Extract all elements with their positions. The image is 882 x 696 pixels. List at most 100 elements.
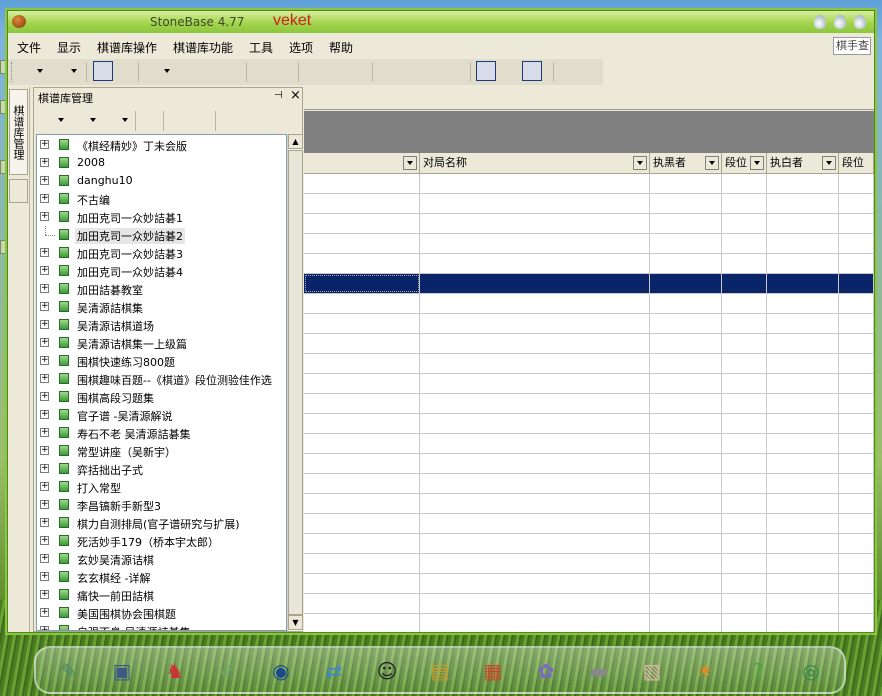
table-cell[interactable] [767,294,839,313]
table-cell[interactable] [722,594,767,613]
notes-icon[interactable]: ✐ [211,654,245,688]
table-cell[interactable] [650,394,722,413]
menu-db-operations[interactable]: 棋谱库操作 [97,39,157,56]
table-cell[interactable] [420,574,650,593]
table-cell[interactable] [839,434,874,453]
table-cell[interactable] [839,254,874,273]
table-cell[interactable] [650,294,722,313]
table-row[interactable] [304,254,874,274]
table-cell[interactable] [767,454,839,473]
column-header[interactable]: 段位 [839,153,874,173]
table-cell[interactable] [839,554,874,573]
table-cell[interactable] [839,574,874,593]
table-cell[interactable] [839,234,874,253]
tab-db-manager[interactable]: 棋谱库管理 [9,89,28,175]
table-cell[interactable] [767,514,839,533]
tree-item[interactable]: + 吴清源詰棋集 [37,298,286,316]
pet-icon[interactable]: ♞ [158,654,192,688]
menu-help[interactable]: 帮助 [329,39,353,56]
penguin-icon[interactable]: ☺ [370,654,404,688]
table-row[interactable] [304,554,874,574]
table-cell[interactable] [767,594,839,613]
scroll-up-button[interactable]: ▲ [288,134,303,149]
table-cell[interactable] [304,354,420,373]
expand-icon[interactable]: + [40,446,49,455]
table-cell[interactable] [420,314,650,333]
table-row[interactable] [304,374,874,394]
tree-item[interactable]: + 加田詰碁教室 [37,280,286,298]
pin-icon[interactable]: ⊣ [274,90,283,101]
table-row[interactable] [304,614,874,632]
help-icon[interactable]: ? [741,654,775,688]
table-row[interactable] [304,294,874,314]
tree-item[interactable]: + 棋力自测排局(官子谱研究与扩展) [37,514,286,532]
table-cell[interactable] [650,434,722,453]
chart-icon[interactable]: ▦ [476,654,510,688]
table-cell[interactable] [650,494,722,513]
table-row[interactable] [304,394,874,414]
table-cell[interactable] [420,534,650,553]
menu-db-functions[interactable]: 棋谱库功能 [173,39,233,56]
table-cell[interactable] [839,454,874,473]
table-cell[interactable] [839,334,874,353]
table-cell[interactable] [304,394,420,413]
table-cell[interactable] [420,234,650,253]
expand-icon[interactable]: + [40,356,49,365]
table-cell[interactable] [650,214,722,233]
table-cell[interactable] [767,614,839,632]
table-cell[interactable] [839,274,874,293]
table-cell[interactable] [304,174,420,193]
column-filter-dropdown[interactable] [705,156,719,170]
expand-icon[interactable]: + [40,482,49,491]
table-cell[interactable] [304,194,420,213]
expand-icon[interactable]: + [40,410,49,419]
expand-icon[interactable]: + [40,464,49,473]
table-cell[interactable] [722,534,767,553]
table-cell[interactable] [767,534,839,553]
table-cell[interactable] [304,554,420,573]
column-header[interactable] [304,153,420,173]
menu-tools[interactable]: 工具 [249,39,273,56]
tree-item[interactable]: + 不古编 [37,190,286,208]
table-row[interactable] [304,174,874,194]
table-cell[interactable] [767,334,839,353]
board-view-button[interactable] [93,61,113,81]
expand-icon[interactable]: + [40,392,49,401]
table-cell[interactable] [420,354,650,373]
table-cell[interactable] [839,374,874,393]
lion-icon[interactable]: ☀ [688,654,722,688]
table-row[interactable] [304,494,874,514]
table-cell[interactable] [767,214,839,233]
table-cell[interactable] [420,614,650,632]
tree-item[interactable]: + 痛快一前田詰棋 [37,586,286,604]
scroll-down-button[interactable]: ▼ [288,615,303,630]
table-cell[interactable] [650,274,722,293]
table-cell[interactable] [304,594,420,613]
table-row[interactable] [304,574,874,594]
expand-icon[interactable]: + [40,176,49,185]
table-cell[interactable] [767,414,839,433]
table-cell[interactable] [650,334,722,353]
table-cell[interactable] [839,514,874,533]
expand-icon[interactable]: + [40,536,49,545]
table-row[interactable] [304,594,874,614]
table-cell[interactable] [722,574,767,593]
dropdown-arrow-icon[interactable] [164,69,170,73]
table-cell[interactable] [767,194,839,213]
table-cell[interactable] [304,614,420,632]
table-cell[interactable] [304,454,420,473]
panel-toggle-button[interactable] [476,61,496,81]
table-cell[interactable] [420,274,650,293]
table-cell[interactable] [304,234,420,253]
table-cell[interactable] [420,514,650,533]
column-filter-dropdown[interactable] [750,156,764,170]
table-cell[interactable] [722,414,767,433]
column-filter-dropdown[interactable] [633,156,647,170]
dropdown-arrow-icon[interactable] [122,118,128,122]
table-cell[interactable] [420,454,650,473]
column-header[interactable]: 执白者 [767,153,839,173]
table-row[interactable] [304,414,874,434]
expand-icon[interactable]: + [40,590,49,599]
tab-secondary[interactable] [9,179,28,203]
tree-item[interactable]: + 官子谱 -吴清源解说 [37,406,286,424]
